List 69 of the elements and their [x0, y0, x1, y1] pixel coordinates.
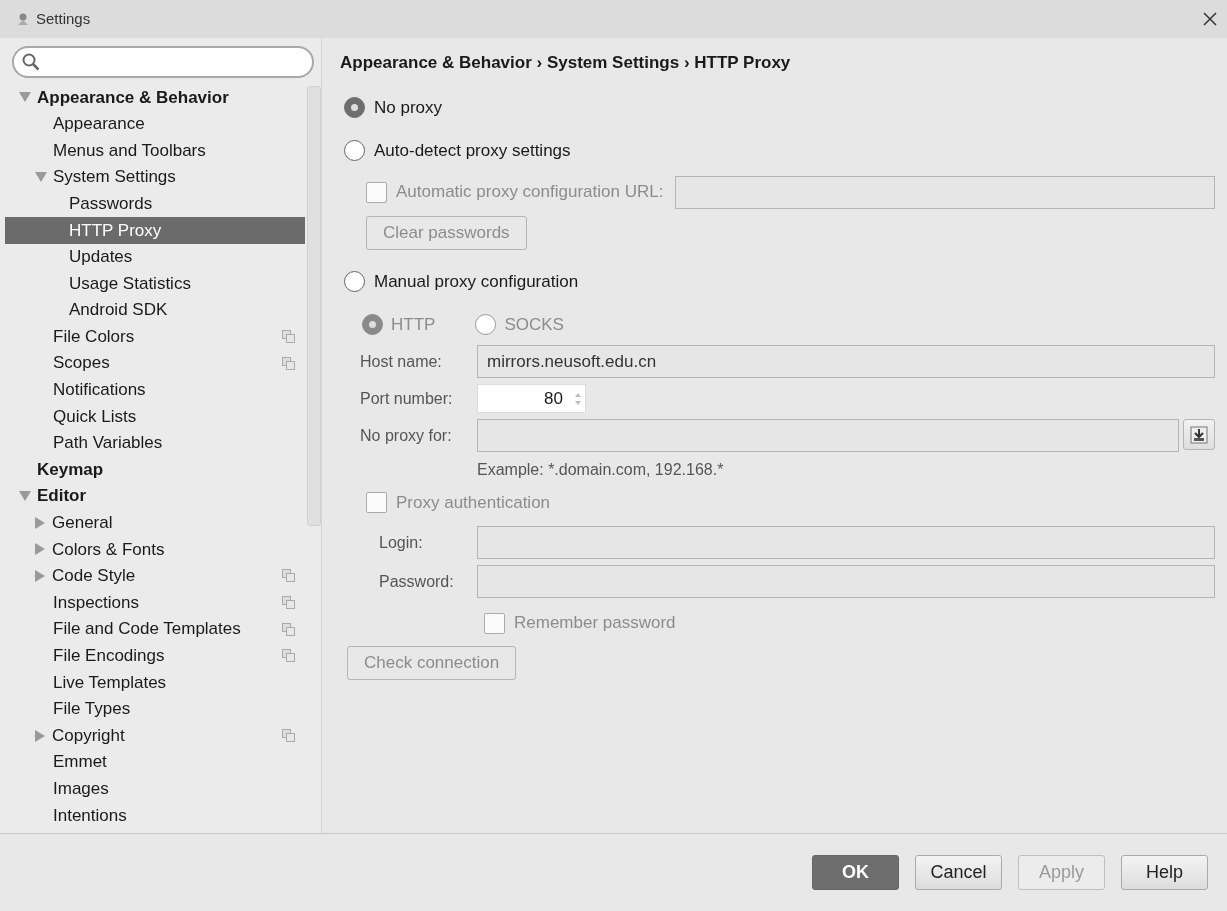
tree-item[interactable]: Intentions — [5, 802, 306, 829]
example-hint: Example: *.domain.com, 192.168.* — [477, 460, 725, 480]
collapse-arrow-icon[interactable] — [35, 516, 45, 529]
expand-arrow-icon[interactable] — [19, 491, 31, 502]
copy-icon — [282, 569, 296, 583]
no-proxy-field[interactable] — [477, 419, 1179, 452]
tree-item[interactable]: Passwords — [5, 190, 306, 217]
copy-icon — [282, 330, 296, 344]
breadcrumb: Appearance & Behavior › System Settings › HTTP Proxy — [340, 52, 792, 74]
field-label: No proxy for: — [360, 425, 453, 446]
copy-icon — [282, 729, 296, 743]
tree-item[interactable]: Updates — [5, 243, 306, 271]
tree-item[interactable]: File Encodings — [5, 642, 306, 670]
tree-item[interactable]: Quick Lists — [5, 403, 306, 430]
password-field[interactable] — [477, 565, 1215, 598]
radio-label[interactable]: No proxy — [374, 94, 443, 121]
tree-item[interactable]: System Settings — [5, 163, 306, 191]
tree-item[interactable]: Android SDK — [5, 296, 306, 324]
tree-item[interactable]: Scopes — [5, 349, 306, 377]
field-label: Login: — [379, 532, 424, 553]
tree-item[interactable]: Code Style — [5, 562, 306, 590]
copy-icon — [282, 622, 296, 636]
tree-item[interactable]: Path Variables — [5, 429, 306, 457]
url-field[interactable] — [675, 175, 1215, 209]
tree-item[interactable]: Editor — [5, 482, 306, 510]
copy-icon — [282, 596, 296, 610]
dialog-button[interactable]: Help — [1121, 855, 1208, 890]
radio-button[interactable] — [344, 271, 365, 292]
field-label: Port number: — [360, 388, 454, 409]
radio-button[interactable] — [344, 97, 365, 118]
tree-item[interactable]: Notifications — [5, 376, 306, 404]
close-icon[interactable] — [1203, 12, 1217, 26]
field-label: Password: — [379, 571, 455, 592]
expand-arrow-icon[interactable] — [35, 172, 47, 183]
app-icon — [16, 12, 30, 26]
collapse-arrow-icon[interactable] — [35, 543, 45, 556]
tree-item[interactable]: Emmet — [5, 748, 306, 776]
tree-item[interactable]: Inspections — [5, 589, 306, 616]
radio-label[interactable]: Auto-detect proxy settings — [374, 137, 571, 164]
search-icon — [22, 53, 40, 71]
copy-icon — [282, 649, 296, 663]
tree-item[interactable]: File Types — [5, 695, 306, 723]
field-label: Host name: — [360, 351, 443, 372]
import-icon[interactable] — [1183, 419, 1215, 450]
radio-button[interactable] — [344, 140, 365, 161]
collapse-arrow-icon[interactable] — [35, 729, 45, 742]
tree-item[interactable]: Appearance — [5, 110, 306, 138]
tree-item[interactable]: General — [5, 509, 306, 537]
expand-arrow-icon[interactable] — [19, 92, 31, 103]
tree-item[interactable]: Appearance & Behavior — [5, 84, 306, 111]
dialog-button[interactable]: OK — [812, 855, 899, 890]
copy-icon — [282, 356, 296, 370]
dialog-button[interactable]: Cancel — [915, 855, 1002, 890]
tree-item[interactable]: HTTP Proxy — [5, 216, 306, 244]
tree-item[interactable]: Copyright — [5, 722, 306, 749]
login-field[interactable] — [477, 526, 1215, 559]
radio-label[interactable]: Manual proxy configuration — [374, 268, 579, 295]
window-title: Settings — [36, 8, 91, 29]
tree-item[interactable]: Usage Statistics — [5, 270, 306, 297]
collapse-arrow-icon[interactable] — [35, 570, 45, 582]
scrollbar[interactable] — [307, 86, 321, 526]
tree-item[interactable]: Keymap — [5, 456, 306, 483]
tree-item[interactable]: Menus and Toolbars — [5, 137, 306, 164]
tree-item[interactable]: Live Templates — [5, 669, 306, 696]
tree-item[interactable]: Colors & Fonts — [5, 536, 306, 563]
tree-item[interactable]: Images — [5, 775, 306, 803]
tree-item[interactable]: File and Code Templates — [5, 615, 306, 643]
search-field[interactable] — [12, 46, 314, 78]
tree-item[interactable]: File Colors — [5, 323, 306, 350]
